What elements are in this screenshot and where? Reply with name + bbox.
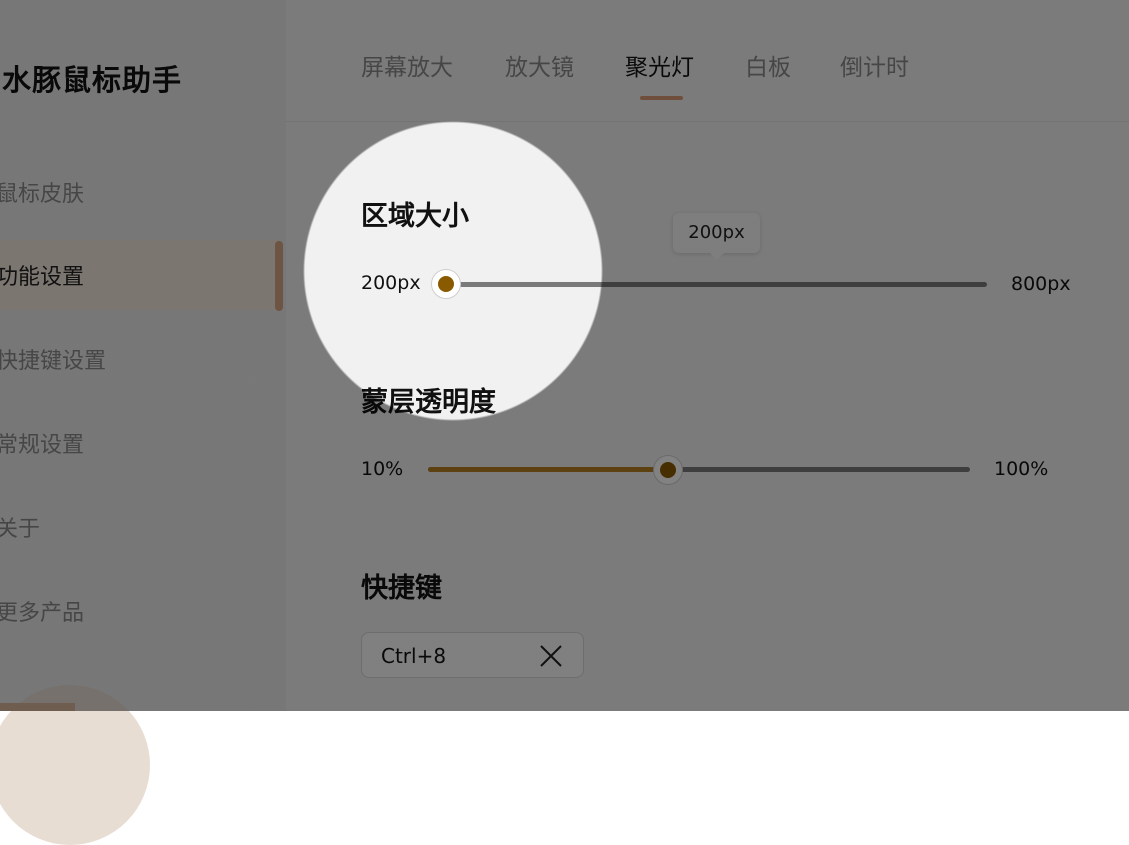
- sidebar-item-mouse-skin[interactable]: 鼠标皮肤: [0, 157, 280, 227]
- mask-opacity-max-label: 100%: [994, 458, 1049, 480]
- tab-countdown[interactable]: 倒计时: [840, 48, 909, 82]
- mask-opacity-title: 蒙层透明度: [361, 387, 496, 418]
- sidebar-item-general-settings[interactable]: 常规设置: [0, 408, 280, 478]
- sidebar-item-more-products[interactable]: 更多产品: [0, 576, 280, 646]
- area-size-slider-thumb[interactable]: [431, 269, 461, 299]
- sidebar-item-label: 鼠标皮肤: [0, 182, 85, 207]
- active-tab-underline: [640, 96, 683, 100]
- active-indicator: [275, 241, 283, 311]
- shortcut-title: 快捷键: [361, 573, 442, 604]
- area-size-max-label: 800px: [1011, 273, 1071, 295]
- tab-screen-zoom[interactable]: 屏幕放大: [361, 48, 453, 82]
- area-size-title: 区域大小: [361, 201, 469, 232]
- sidebar-item-shortcut-settings[interactable]: 快捷键设置: [0, 324, 280, 394]
- sidebar-item-about[interactable]: 关于: [0, 492, 280, 562]
- sidebar-item-feature-settings[interactable]: 功能设置: [0, 240, 283, 311]
- mascot-accent: [0, 703, 75, 711]
- sidebar-item-label: 关于: [0, 517, 41, 542]
- shortcut-field[interactable]: Ctrl+8: [361, 632, 584, 678]
- mask-opacity-slider-fill: [428, 467, 668, 472]
- tab-divider: [286, 121, 1129, 122]
- sidebar-item-label: 功能设置: [0, 265, 85, 290]
- tab-spotlight[interactable]: 聚光灯: [625, 48, 694, 82]
- mask-opacity-slider-thumb[interactable]: [653, 455, 683, 485]
- area-size-value-tooltip: 200px: [673, 213, 760, 260]
- mask-opacity-min-label: 10%: [361, 458, 404, 480]
- close-icon[interactable]: [538, 643, 564, 669]
- tab-magnifier[interactable]: 放大镜: [505, 48, 574, 82]
- area-size-slider-track[interactable]: [432, 282, 987, 287]
- tab-whiteboard[interactable]: 白板: [745, 48, 791, 82]
- sidebar-item-label: 常规设置: [0, 433, 85, 458]
- shortcut-value: Ctrl+8: [381, 644, 447, 668]
- area-size-min-label: 200px: [361, 272, 421, 294]
- app-title: 水豚鼠标助手: [2, 63, 183, 97]
- sidebar-item-label: 更多产品: [0, 601, 85, 626]
- sidebar: 水豚鼠标助手 鼠标皮肤 功能设置 快捷键设置 常规设置 关于 更多产品: [0, 0, 286, 845]
- sidebar-item-label: 快捷键设置: [0, 349, 107, 374]
